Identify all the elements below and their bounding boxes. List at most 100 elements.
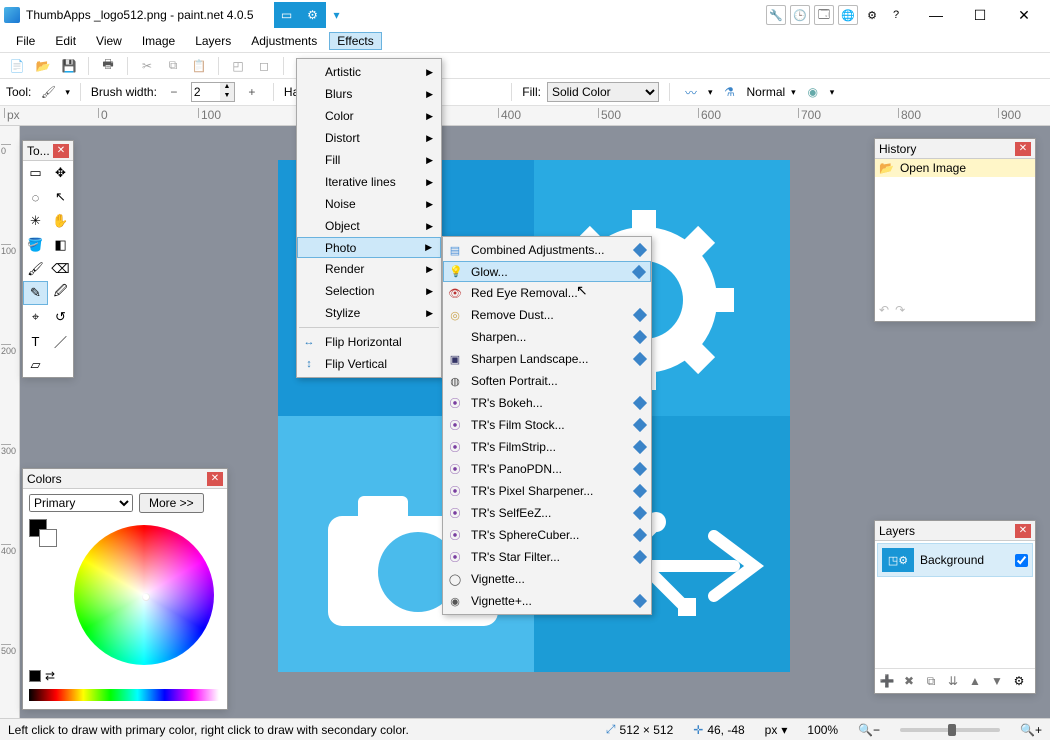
zoom-out-icon[interactable]: 🔍− (858, 723, 880, 737)
settings-chip-icon[interactable]: ⚙ (300, 2, 326, 28)
close-button[interactable]: ✕ (1002, 1, 1046, 29)
effects-item-artistic[interactable]: Artistic▶ (297, 61, 441, 83)
layer-item[interactable]: ◳⚙Background (877, 543, 1033, 577)
brush-inc-icon[interactable]: + (241, 81, 263, 103)
tool-pencil[interactable]: ✎ (23, 281, 48, 305)
spectrum-bar[interactable] (29, 689, 219, 701)
photo-item-tr-s-selfeez-[interactable]: ⦿TR's SelfEeZ... (443, 502, 651, 524)
effects-item-color[interactable]: Color▶ (297, 105, 441, 127)
photo-item-tr-s-bokeh-[interactable]: ⦿TR's Bokeh... (443, 392, 651, 414)
photo-item-tr-s-star-filter-[interactable]: ⦿TR's Star Filter... (443, 546, 651, 568)
history-item[interactable]: 📂Open Image (875, 159, 1035, 177)
tool-shapes[interactable]: ▱ (23, 353, 48, 377)
chip-dropdown[interactable]: ▾ (330, 8, 344, 22)
colors-panel[interactable]: Colors✕ Primary More >> ⇄ (22, 468, 228, 710)
fill-select[interactable]: Solid Color (547, 82, 659, 102)
effects-item-blurs[interactable]: Blurs▶ (297, 83, 441, 105)
minimize-button[interactable]: — (914, 1, 958, 29)
deselect-icon[interactable]: ◻ (253, 55, 275, 77)
photo-item-sharpen-[interactable]: Sharpen... (443, 326, 651, 348)
history-panel[interactable]: History✕ 📂Open Image ↶↷ (874, 138, 1036, 322)
paste-icon[interactable]: 📋 (188, 55, 210, 77)
photo-item-tr-s-pixel-sharpener-[interactable]: ⦿TR's Pixel Sharpener... (443, 480, 651, 502)
effects-item-iterative-lines[interactable]: Iterative lines▶ (297, 171, 441, 193)
tool-hand[interactable]: ✋ (48, 209, 73, 233)
up-layer-icon[interactable]: ▲ (966, 672, 984, 690)
photo-item-remove-dust-[interactable]: ◎Remove Dust... (443, 304, 651, 326)
util-layers-icon[interactable]: 🗔 (814, 5, 834, 25)
photo-item-tr-s-panopdn-[interactable]: ⦿TR's PanoPDN... (443, 458, 651, 480)
tool-bucket[interactable]: 🪣 (23, 233, 48, 257)
tool-text[interactable]: T (23, 329, 48, 353)
swatch-black[interactable] (29, 670, 41, 682)
swap-colors-icon[interactable]: ⇄ (45, 669, 55, 683)
tool-lasso[interactable]: ◌ (23, 185, 48, 209)
tool-recolor[interactable]: ↺ (48, 305, 73, 329)
menu-file[interactable]: File (8, 32, 43, 50)
photo-item-combined-adjustments-[interactable]: ▤Combined Adjustments... (443, 239, 651, 261)
photo-submenu[interactable]: ▤Combined Adjustments...💡Glow...👁Red Eye… (442, 236, 652, 615)
open-icon[interactable]: 📂 (32, 55, 54, 77)
util-settings-icon[interactable]: ⚙ (862, 5, 882, 25)
tool-rect-select[interactable]: ▭ (23, 161, 48, 185)
tools-panel[interactable]: To...✕ ▭✥◌↖✳✋🪣◧🖌⌫✎🖉⌖↺T／▱ (22, 140, 74, 378)
colors-close-icon[interactable]: ✕ (207, 472, 223, 486)
image-chip-icon[interactable]: ▭ (274, 2, 300, 28)
brush-width-input[interactable]: ▲▼ (191, 82, 235, 102)
effects-item-stylize[interactable]: Stylize▶ (297, 302, 441, 324)
tools-close-icon[interactable]: ✕ (53, 144, 69, 158)
tool-line[interactable]: ／ (48, 329, 73, 353)
aa-icon[interactable]: 〰 (680, 81, 702, 103)
photo-item-tr-s-spherecuber-[interactable]: ⦿TR's SphereCuber... (443, 524, 651, 546)
new-icon[interactable]: 📄 (6, 55, 28, 77)
add-layer-icon[interactable]: ➕ (878, 672, 896, 690)
effects-item-object[interactable]: Object▶ (297, 215, 441, 237)
layers-close-icon[interactable]: ✕ (1015, 524, 1031, 538)
util-history-icon[interactable]: 🕒 (790, 5, 810, 25)
alpha-icon[interactable]: ◉ (802, 81, 824, 103)
color-wheel[interactable] (74, 525, 214, 665)
photo-item-vignette-[interactable]: ◉Vignette+... (443, 590, 651, 612)
layer-props-icon[interactable]: ⚙ (1010, 672, 1028, 690)
util-help-icon[interactable]: ? (886, 5, 906, 25)
effects-item-fill[interactable]: Fill▶ (297, 149, 441, 171)
dup-layer-icon[interactable]: ⧉ (922, 672, 940, 690)
util-colors-icon[interactable]: 🌐 (838, 5, 858, 25)
photo-item-red-eye-removal-[interactable]: 👁Red Eye Removal... (443, 282, 651, 304)
status-units[interactable]: px ▾ (765, 723, 788, 737)
history-undo-icon[interactable]: ↶ (879, 303, 889, 317)
history-redo-icon[interactable]: ↷ (895, 303, 905, 317)
history-close-icon[interactable]: ✕ (1015, 142, 1031, 156)
tool-picker[interactable]: 🖉 (48, 281, 73, 305)
tool-eraser[interactable]: ⌫ (48, 257, 73, 281)
zoom-slider[interactable] (900, 728, 1000, 732)
photo-item-vignette-[interactable]: ◯Vignette... (443, 568, 651, 590)
blend-icon[interactable]: ⚗ (718, 81, 740, 103)
copy-icon[interactable]: ⧉ (162, 55, 184, 77)
menu-adjustments[interactable]: Adjustments (243, 32, 325, 50)
tool-move[interactable]: ✥ (48, 161, 73, 185)
cut-icon[interactable]: ✂ (136, 55, 158, 77)
tool-[interactable] (48, 353, 73, 377)
tool-gradient[interactable]: ◧ (48, 233, 73, 257)
photo-item-sharpen-landscape-[interactable]: ▣Sharpen Landscape... (443, 348, 651, 370)
menu-layers[interactable]: Layers (187, 32, 239, 50)
photo-item-glow-[interactable]: 💡Glow... (443, 261, 651, 282)
menu-image[interactable]: Image (134, 32, 183, 50)
menu-effects[interactable]: Effects (329, 32, 381, 50)
effects-item-flip-vertical[interactable]: ↕Flip Vertical (297, 353, 441, 375)
tool-arrow[interactable]: ↖ (48, 185, 73, 209)
print-icon[interactable]: 🖶 (97, 55, 119, 77)
maximize-button[interactable]: ☐ (958, 1, 1002, 29)
merge-layer-icon[interactable]: ⇊ (944, 672, 962, 690)
tool-wand[interactable]: ✳ (23, 209, 48, 233)
color-target-select[interactable]: Primary (29, 494, 133, 512)
active-tool-icon[interactable]: 🖌 (37, 81, 59, 103)
effects-item-flip-horizontal[interactable]: ↔Flip Horizontal (297, 331, 441, 353)
effects-menu[interactable]: Artistic▶Blurs▶Color▶Distort▶Fill▶Iterat… (296, 58, 442, 378)
effects-item-selection[interactable]: Selection▶ (297, 280, 441, 302)
photo-item-tr-s-film-stock-[interactable]: ⦿TR's Film Stock... (443, 414, 651, 436)
util-tools-icon[interactable]: 🔧 (766, 5, 786, 25)
menu-edit[interactable]: Edit (47, 32, 84, 50)
brush-width-value[interactable] (192, 85, 220, 99)
